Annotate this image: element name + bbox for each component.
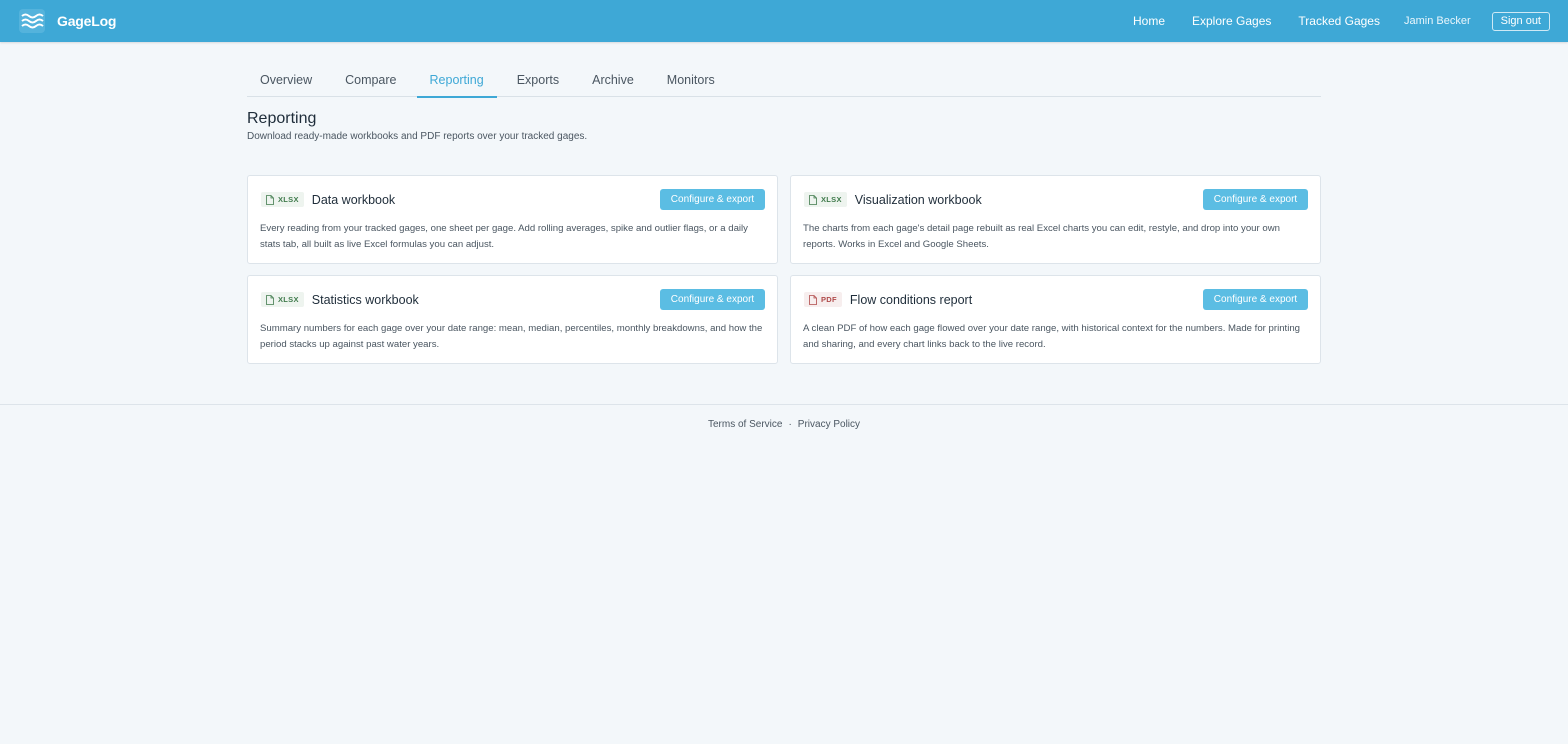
card-header: PDF Flow conditions report: [804, 290, 972, 309]
card-header: XLSX Visualization workbook: [804, 190, 982, 209]
top-navbar: GageLog Home Explore Gages Tracked Gages…: [0, 0, 1568, 42]
file-icon: [809, 294, 817, 305]
footer-divider: [0, 404, 1568, 405]
format-badge-label: XLSX: [278, 295, 299, 304]
card-description: Summary numbers for each gage over your …: [260, 323, 763, 350]
tab-monitors[interactable]: Monitors: [654, 62, 728, 97]
card-header: XLSX Statistics workbook: [261, 290, 419, 309]
report-card-visualization-workbook: XLSX Visualization workbook Configure & …: [790, 175, 1321, 264]
tab-compare[interactable]: Compare: [332, 62, 409, 97]
card-title: Statistics workbook: [311, 292, 419, 307]
format-badge: PDF: [804, 292, 842, 307]
user-name: Jamin Becker: [1403, 15, 1471, 27]
section-tabs: Overview Compare Reporting Exports Archi…: [247, 62, 1321, 98]
file-icon: [266, 194, 274, 205]
nav-tracked-gages[interactable]: Tracked Gages: [1298, 14, 1380, 28]
card-title: Flow conditions report: [849, 292, 973, 307]
card-title: Data workbook: [311, 192, 396, 207]
format-badge-label: XLSX: [821, 195, 842, 204]
format-badge-label: XLSX: [278, 195, 299, 204]
format-badge: XLSX: [261, 192, 304, 207]
nav-home[interactable]: Home: [1133, 14, 1165, 28]
privacy-link[interactable]: Privacy Policy: [798, 419, 860, 430]
tab-reporting[interactable]: Reporting: [416, 62, 497, 98]
tab-overview[interactable]: Overview: [247, 62, 325, 97]
sign-out-button[interactable]: Sign out: [1491, 11, 1550, 31]
file-icon: [809, 194, 817, 205]
card-description: A clean PDF of how each gage flowed over…: [803, 323, 1301, 350]
card-header: XLSX Data workbook: [261, 190, 395, 209]
main-nav: Home Explore Gages Tracked Gages Jamin B…: [1133, 0, 1550, 42]
report-card-data-workbook: XLSX Data workbook Configure & export Ev…: [247, 175, 778, 264]
waves-logo-icon: [19, 9, 45, 33]
nav-explore-gages[interactable]: Explore Gages: [1192, 14, 1271, 28]
configure-export-button[interactable]: Configure & export: [660, 189, 765, 210]
format-badge: XLSX: [261, 292, 304, 307]
configure-export-button[interactable]: Configure & export: [1203, 189, 1308, 210]
configure-export-button[interactable]: Configure & export: [660, 289, 765, 310]
card-description: The charts from each gage's detail page …: [803, 223, 1280, 250]
card-title: Visualization workbook: [854, 192, 982, 207]
format-badge: XLSX: [804, 192, 847, 207]
footer: Terms of Service · Privacy Policy: [0, 419, 1568, 430]
page-title: Reporting: [247, 110, 317, 127]
footer-separator: ·: [788, 419, 792, 430]
page-subtitle: Download ready-made workbooks and PDF re…: [247, 131, 588, 142]
brand-name: GageLog: [57, 13, 117, 29]
format-badge-label: PDF: [821, 295, 837, 304]
configure-export-button[interactable]: Configure & export: [1203, 289, 1308, 310]
tab-archive[interactable]: Archive: [579, 62, 647, 97]
card-description: Every reading from your tracked gages, o…: [260, 223, 748, 250]
report-card-statistics-workbook: XLSX Statistics workbook Configure & exp…: [247, 275, 778, 364]
report-card-flow-conditions-report: PDF Flow conditions report Configure & e…: [790, 275, 1321, 364]
tab-exports[interactable]: Exports: [504, 62, 572, 97]
file-icon: [266, 294, 274, 305]
terms-link[interactable]: Terms of Service: [708, 419, 782, 430]
brand[interactable]: GageLog: [19, 9, 116, 33]
